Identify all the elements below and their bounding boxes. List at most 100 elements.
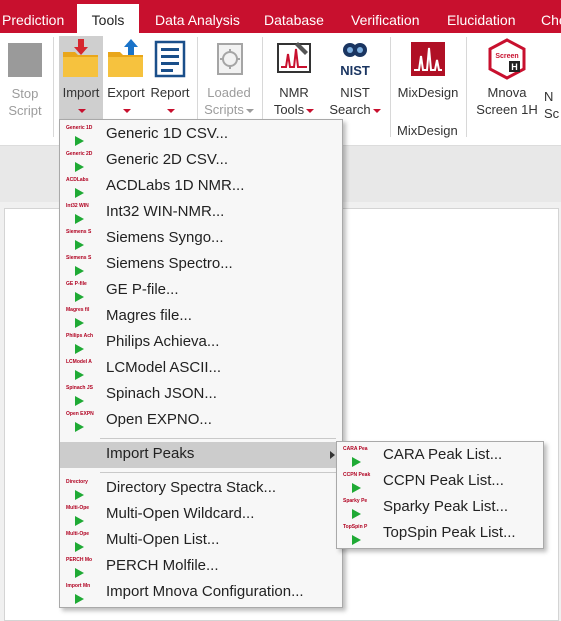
- screen-badge-text: Screen: [495, 53, 518, 60]
- menu-item-label: Generic 2D CSV...: [106, 151, 228, 168]
- menu-item-spinach-json[interactable]: Spinach JS Spinach JSON...: [60, 382, 342, 408]
- export-button[interactable]: Export: [104, 36, 148, 120]
- play-icon: [75, 240, 84, 250]
- report-icon: [154, 40, 186, 78]
- import-folder-icon: [63, 39, 98, 77]
- menu-item-generic-1d-csv[interactable]: Generic 1D Generic 1D CSV...: [60, 122, 342, 148]
- tab-data-analysis[interactable]: Data Analysis: [155, 0, 240, 33]
- menu-item-philips-achieva[interactable]: Philips Ach Philips Achieva...: [60, 330, 342, 356]
- menu-item-multi-open-list[interactable]: Multi-Ope Multi-Open List...: [60, 528, 342, 554]
- play-icon: [75, 318, 84, 328]
- menu-item-label: Sparky Peak List...: [383, 498, 509, 515]
- mixdesign-label: MixDesign: [397, 85, 459, 100]
- menu-item-label: Int32 WIN-NMR...: [106, 203, 225, 220]
- tab-database[interactable]: Database: [264, 0, 324, 33]
- menu-item-directory-spectra-stack[interactable]: Directory Directory Spectra Stack...: [60, 476, 342, 502]
- play-icon: [75, 542, 84, 552]
- play-icon: [75, 344, 84, 354]
- menu-item-ge-p-file[interactable]: GE P-file GE P-file...: [60, 278, 342, 304]
- play-icon: [75, 292, 84, 302]
- report-button[interactable]: Report: [148, 36, 192, 120]
- mnova-screen-label-2: Screen 1H: [476, 102, 538, 117]
- item-icon-label: TopSpin P: [343, 524, 368, 530]
- cut-off-button[interactable]: N Sc: [544, 36, 561, 120]
- menu-item-import-peaks[interactable]: Import Peaks: [60, 442, 342, 468]
- menu-item-import-mnova-configuration[interactable]: Import Mn Import Mnova Configuration...: [60, 580, 342, 606]
- play-icon: [75, 214, 84, 224]
- menu-item-siemens-syngo[interactable]: Siemens S Siemens Syngo...: [60, 226, 342, 252]
- tab-verification[interactable]: Verification: [351, 0, 419, 33]
- play-icon: [75, 188, 84, 198]
- item-icon-label: Multi-Ope: [66, 505, 90, 511]
- item-icon-label: Generic 2D: [66, 151, 93, 157]
- nist-search-label-2: Search: [329, 102, 371, 117]
- import-label: Import: [62, 85, 100, 100]
- menu-item-sparky-peak-list[interactable]: Sparky Pe Sparky Peak List...: [337, 495, 543, 521]
- stop-script-button[interactable]: Stop Script: [2, 39, 48, 119]
- mixdesign-button[interactable]: MixDesign: [396, 36, 460, 104]
- mnova-screen-1h-button[interactable]: Screen H Mnova Screen 1H: [472, 36, 542, 120]
- menu-item-generic-2d-csv[interactable]: Generic 2D Generic 2D CSV...: [60, 148, 342, 174]
- cut-off-label-2: Sc: [544, 106, 560, 120]
- submenu-arrow-icon: [330, 451, 335, 459]
- chevron-down-icon: [123, 108, 131, 113]
- chevron-down-icon: [167, 108, 175, 113]
- menu-item-acdlabs-1d-nmr[interactable]: ACDLabs ACDLabs 1D NMR...: [60, 174, 342, 200]
- menu-item-open-expno[interactable]: Open EXPN Open EXPNO...: [60, 408, 342, 434]
- play-icon: [352, 457, 361, 467]
- separator: [466, 37, 467, 137]
- tab-che[interactable]: Che: [541, 0, 561, 33]
- item-icon-label: Directory: [66, 479, 88, 485]
- play-icon: [75, 396, 84, 406]
- play-icon: [75, 594, 84, 604]
- stop-icon: [8, 43, 42, 77]
- menu-item-cara-peak-list[interactable]: CARA Pea CARA Peak List...: [337, 443, 543, 469]
- menu-separator: [100, 438, 336, 439]
- item-icon-label: ACDLabs: [66, 177, 89, 183]
- play-icon: [352, 509, 361, 519]
- menu-item-label: Philips Achieva...: [106, 333, 220, 350]
- play-icon: [75, 490, 84, 500]
- menu-item-multi-open-wildcard[interactable]: Multi-Ope Multi-Open Wildcard...: [60, 502, 342, 528]
- menu-item-siemens-spectro[interactable]: Siemens S Siemens Spectro...: [60, 252, 342, 278]
- screen-badge-letter: H: [511, 62, 518, 72]
- menu-separator: [100, 472, 336, 473]
- menu-item-topspin-peak-list[interactable]: TopSpin P TopSpin Peak List...: [337, 521, 543, 547]
- menu-item-label: Open EXPNO...: [106, 411, 212, 428]
- import-button[interactable]: Import: [59, 36, 103, 120]
- play-icon: [75, 370, 84, 380]
- chevron-down-icon: [306, 108, 315, 113]
- tab-prediction[interactable]: Prediction: [2, 0, 64, 33]
- play-icon: [352, 535, 361, 545]
- nist-search-label: NIST: [340, 85, 370, 100]
- menu-item-label: Generic 1D CSV...: [106, 125, 228, 142]
- play-icon: [75, 136, 84, 146]
- tab-elucidation[interactable]: Elucidation: [447, 0, 516, 33]
- stop-script-label: Stop: [11, 86, 39, 101]
- item-icon-label: Spinach JS: [66, 385, 93, 391]
- menu-item-int32-win-nmr[interactable]: Int32 WIN Int32 WIN-NMR...: [60, 200, 342, 226]
- menu-item-label: Import Mnova Configuration...: [106, 583, 304, 600]
- menu-item-label: Directory Spectra Stack...: [106, 479, 277, 496]
- play-icon: [75, 162, 84, 172]
- nmr-tools-icon: [277, 42, 311, 73]
- nmr-tools-button[interactable]: NMR Tools: [268, 36, 320, 120]
- nist-logo-icon: NIST: [340, 43, 370, 78]
- chevron-down-icon: [372, 108, 381, 113]
- separator: [390, 37, 391, 137]
- menu-item-ccpn-peak-list[interactable]: CCPN Peak CCPN Peak List...: [337, 469, 543, 495]
- loaded-scripts-label-2: Scripts: [204, 102, 244, 117]
- nist-search-button[interactable]: NIST NIST Search: [327, 36, 383, 120]
- menu-item-lcmodel-ascii[interactable]: LCModel A LCModel ASCII...: [60, 356, 342, 382]
- menu-item-perch-molfile[interactable]: PERCH Mo PERCH Molfile...: [60, 554, 342, 580]
- item-icon-label: GE P-file: [66, 281, 87, 287]
- script-scroll-icon: [217, 43, 243, 75]
- item-icon-label: Multi-Ope: [66, 531, 90, 537]
- tab-tools[interactable]: Tools: [77, 4, 139, 33]
- item-icon-label: Siemens S: [66, 255, 92, 261]
- mixdesign-icon: [411, 42, 445, 76]
- menu-item-label: LCModel ASCII...: [106, 359, 222, 376]
- loaded-scripts-button[interactable]: Loaded Scripts: [203, 36, 255, 120]
- menu-item-label: Spinach JSON...: [106, 385, 217, 402]
- menu-item-magres-file[interactable]: Magres fil Magres file...: [60, 304, 342, 330]
